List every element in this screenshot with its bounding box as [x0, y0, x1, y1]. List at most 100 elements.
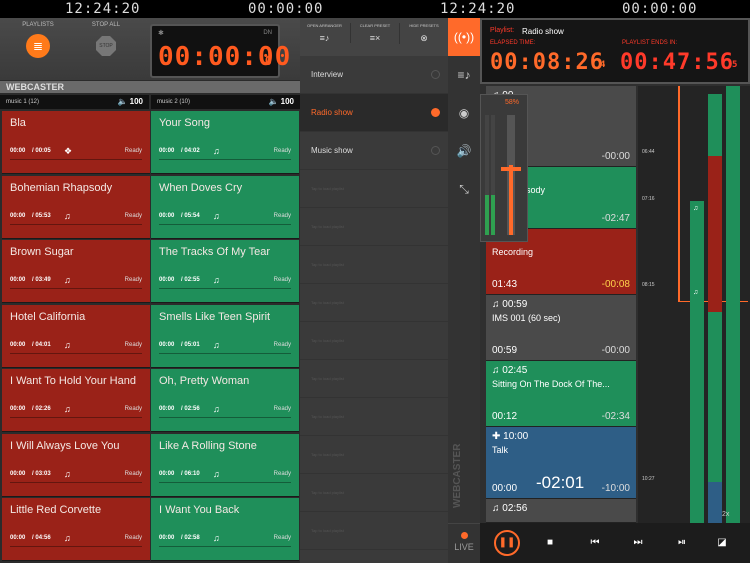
clock-mode: DN: [263, 30, 272, 36]
level-slider-track[interactable]: [507, 115, 515, 235]
cart-cell[interactable]: When Doves Cry 00:00 / 05:54 ♫ Ready: [151, 175, 299, 239]
empty-preset-slot[interactable]: Tap to load playlist: [300, 512, 448, 550]
music-note-icon: ♫: [64, 275, 71, 285]
cart-status: Ready: [124, 212, 142, 219]
playlist-item[interactable]: ♫ 02:45 Sitting On The Dock Of The... 00:1…: [486, 361, 636, 427]
ends-frac: 5: [732, 60, 739, 70]
empty-preset-slot[interactable]: Tap to load playlist: [300, 322, 448, 360]
level-slider-handle[interactable]: [501, 167, 521, 171]
item-remaining: -02:47: [601, 213, 630, 224]
presets-toolbar: OPEN ARRANGER ≡♪ CLEAR PRESET ≡× HIDE PRES…: [300, 18, 448, 56]
music-note-icon: ♫: [64, 468, 71, 479]
cart-cell[interactable]: Brown Sugar 00:00 / 03:49 ♫ Ready: [2, 240, 150, 303]
status-clock: 12:24:20: [65, 1, 141, 17]
column-header-1[interactable]: music 1 (12) 🔈 100: [0, 95, 149, 109]
cart-status: Ready: [124, 406, 142, 412]
cart-cell[interactable]: The Tracks Of My Tear 00:00 / 02:55 ♫ Ready: [151, 240, 299, 303]
cart-progress: [159, 352, 291, 354]
item-time: ♫ 00:59: [492, 299, 528, 310]
preset-name: Music show: [311, 146, 353, 155]
preset-row[interactable]: Radio show: [300, 94, 448, 132]
next-button[interactable]: ⏭: [628, 533, 648, 553]
cart-cell[interactable]: Little Red Corvette 00:00 / 04:56 ♫ Ready: [2, 498, 150, 561]
cart-cell[interactable]: I Want You Back 00:00 / 02:58 ♫ Ready: [151, 498, 299, 561]
compass-icon[interactable]: ◉: [448, 94, 480, 132]
cart-times: 00:00 / 05:54: [159, 212, 200, 219]
empty-preset-slot[interactable]: Tap to load playlist: [300, 208, 448, 246]
stop-button[interactable]: ■: [540, 533, 560, 553]
clear-preset-button[interactable]: CLEAR PRESET ≡×: [350, 23, 399, 43]
empty-preset-slot[interactable]: Tap to load playlist: [300, 170, 448, 208]
timeline-tick: 06:44: [642, 149, 655, 155]
cart-status: Ready: [124, 148, 142, 154]
level-meter[interactable]: 58%: [480, 94, 528, 242]
cart-title: Hotel California: [10, 310, 86, 323]
hide-presets-button[interactable]: HIDE PRESETS ⊗: [399, 23, 448, 44]
timeline-track-green: [708, 94, 722, 156]
playlist-item[interactable]: ♫ 02:56: [486, 499, 636, 523]
empty-preset-slot[interactable]: Tap to load playlist: [300, 246, 448, 284]
cart-cell[interactable]: Oh, Pretty Woman 00:00 / 02:56 ♫ Ready: [151, 369, 299, 432]
cart-progress: [159, 417, 291, 418]
cart-title: The Tracks Of My Tear: [159, 246, 271, 258]
volume-icon[interactable]: 🔊: [448, 132, 480, 170]
preset-row[interactable]: Music show: [300, 132, 448, 170]
empty-preset-slot[interactable]: Tap to load playlist: [300, 398, 448, 436]
expand-icon[interactable]: ⤡: [448, 170, 480, 208]
empty-preset-slot[interactable]: Tap to load playlist: [300, 284, 448, 322]
ends-in-time: 00:47:56: [620, 50, 734, 75]
cart-cell[interactable]: I Will Always Love You 00:00 / 03:03 ♫ Read…: [2, 433, 150, 497]
music-note-icon: ♫: [213, 210, 220, 221]
preset-row[interactable]: Interview: [300, 56, 448, 94]
cart-times: 00:00 / 06:10: [159, 470, 200, 477]
broadcast-icon[interactable]: ((•)): [448, 18, 480, 56]
cart-progress: [159, 159, 291, 160]
cart-cell[interactable]: Bla 00:00 / 00:05 ❖ Ready: [2, 111, 150, 174]
cart-times: 00:00 / 03:03: [10, 470, 51, 477]
previous-button[interactable]: ⏮: [585, 533, 605, 553]
left-panel: PLAYLISTS ≣ STOP ALL STOP ✱ DN 00:00:00 …: [0, 18, 300, 563]
volume-indicator[interactable]: 🔈 100: [117, 95, 143, 109]
cart-cell[interactable]: Bohemian Rhapsody 00:00 / 05:53 ♫ Ready: [2, 175, 150, 239]
stop-all-button[interactable]: STOP ALL STOP: [76, 22, 136, 56]
skip-button[interactable]: ⏯: [672, 533, 692, 553]
cart-cell[interactable]: Hotel California 00:00 / 04:01 ♫ Ready: [2, 304, 150, 368]
empty-preset-slot[interactable]: Tap to load playlist: [300, 436, 448, 474]
item-countdown: -02:01: [536, 473, 585, 492]
playlist-item[interactable]: ✚ 10:00 Talk 00:00 -02:01 -10:00: [486, 427, 636, 499]
item-start: 00:00: [492, 483, 518, 494]
empty-preset-slot[interactable]: Tap to load playlist: [300, 360, 448, 398]
cart-progress: [10, 417, 142, 418]
column-title: music 2 (10): [157, 99, 191, 105]
clear-icon: ≡×: [369, 33, 381, 43]
column-header-2[interactable]: music 2 (10) 🔈 100: [151, 95, 300, 109]
music-note-icon: ♫: [213, 404, 220, 414]
empty-preset-slot[interactable]: Tap to load playlist: [300, 474, 448, 512]
live-button[interactable]: LIVE: [448, 523, 480, 563]
cart-status: Ready: [273, 535, 291, 541]
elapsed-label: ELAPSED TIME:: [490, 40, 536, 46]
playlists-button[interactable]: PLAYLISTS ≣: [8, 22, 68, 58]
cart-times: 00:00 / 02:26: [10, 406, 51, 412]
cart-times: 00:00 / 05:53: [10, 212, 51, 219]
volume-indicator[interactable]: 🔈 100: [268, 95, 294, 109]
cart-cell[interactable]: Like A Rolling Stone 00:00 / 06:10 ♫ Ready: [151, 433, 299, 497]
timeline[interactable]: 06:44 07:16 08:15 10:27 ♫ ♫ 2x: [638, 86, 750, 523]
playlist-item[interactable]: ♫ 00:59 IMS 001 (60 sec) 00:59 -00:00: [486, 295, 636, 361]
cart-cell[interactable]: Smells Like Teen Spirit 00:00 / 05:01 ♫ Rea…: [151, 304, 299, 368]
playlist-icon[interactable]: ≡♪: [448, 56, 480, 94]
cart-cell[interactable]: I Want To Hold Your Hand 00:00 / 02:26 ♫ Re…: [2, 369, 150, 432]
cart-cell[interactable]: Your Song 00:00 / 04:02 ♫ Ready: [151, 111, 299, 174]
item-remaining: -00:00: [601, 151, 630, 162]
cart-times: 00:00 / 04:02: [159, 148, 200, 154]
item-remaining: -02:34: [601, 411, 630, 422]
status-timer: 00:00:00: [248, 1, 324, 17]
cart-status: Ready: [273, 212, 291, 219]
music-note-icon: ♫: [492, 365, 503, 376]
cart-status: Ready: [124, 535, 142, 541]
open-arranger-button[interactable]: OPEN ARRANGER ≡♪: [300, 23, 349, 43]
fade-button[interactable]: ◪: [712, 533, 732, 553]
pause-button[interactable]: ❚❚: [494, 530, 520, 556]
cart-status: Ready: [273, 341, 291, 348]
status-timer: 00:00:00: [622, 1, 698, 17]
